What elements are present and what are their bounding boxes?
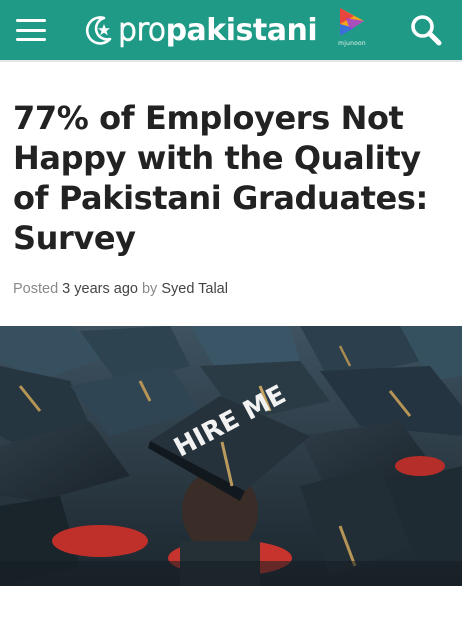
crescent-star-icon: [85, 16, 112, 45]
menu-button[interactable]: [14, 16, 48, 44]
header-divider: [0, 60, 462, 62]
hamburger-icon-line: [16, 38, 46, 41]
partner-label: mjunoon: [338, 40, 366, 47]
logo-text-pakistani: pakistani: [165, 12, 318, 48]
play-triangle-icon: [340, 8, 364, 36]
article-title: 77% of Employers Not Happy with the Qual…: [13, 99, 428, 257]
byline-by-label: by: [137, 281, 162, 297]
graduation-caps-photo: HIRE ME: [0, 326, 462, 586]
partner-logo[interactable]: mjunoon: [334, 6, 370, 52]
article-byline: Posted 3 years ago by Syed Talal: [13, 281, 228, 297]
logo-wordmark: pro pakistani: [117, 12, 318, 49]
article-featured-image: HIRE ME: [0, 326, 462, 586]
byline-time: 3 years ago: [62, 281, 138, 297]
site-logo[interactable]: pro pakistani: [82, 8, 318, 52]
byline-author-link[interactable]: Syed Talal: [161, 281, 228, 297]
logo-text-pro: pro: [117, 12, 167, 49]
hamburger-icon-line: [16, 28, 46, 32]
search-button[interactable]: [408, 12, 444, 48]
hamburger-icon-line: [16, 19, 46, 22]
byline-posted-label: Posted: [13, 281, 63, 297]
top-navigation-bar: pro pakistani mjunoon: [0, 0, 462, 60]
search-icon: [411, 15, 442, 46]
